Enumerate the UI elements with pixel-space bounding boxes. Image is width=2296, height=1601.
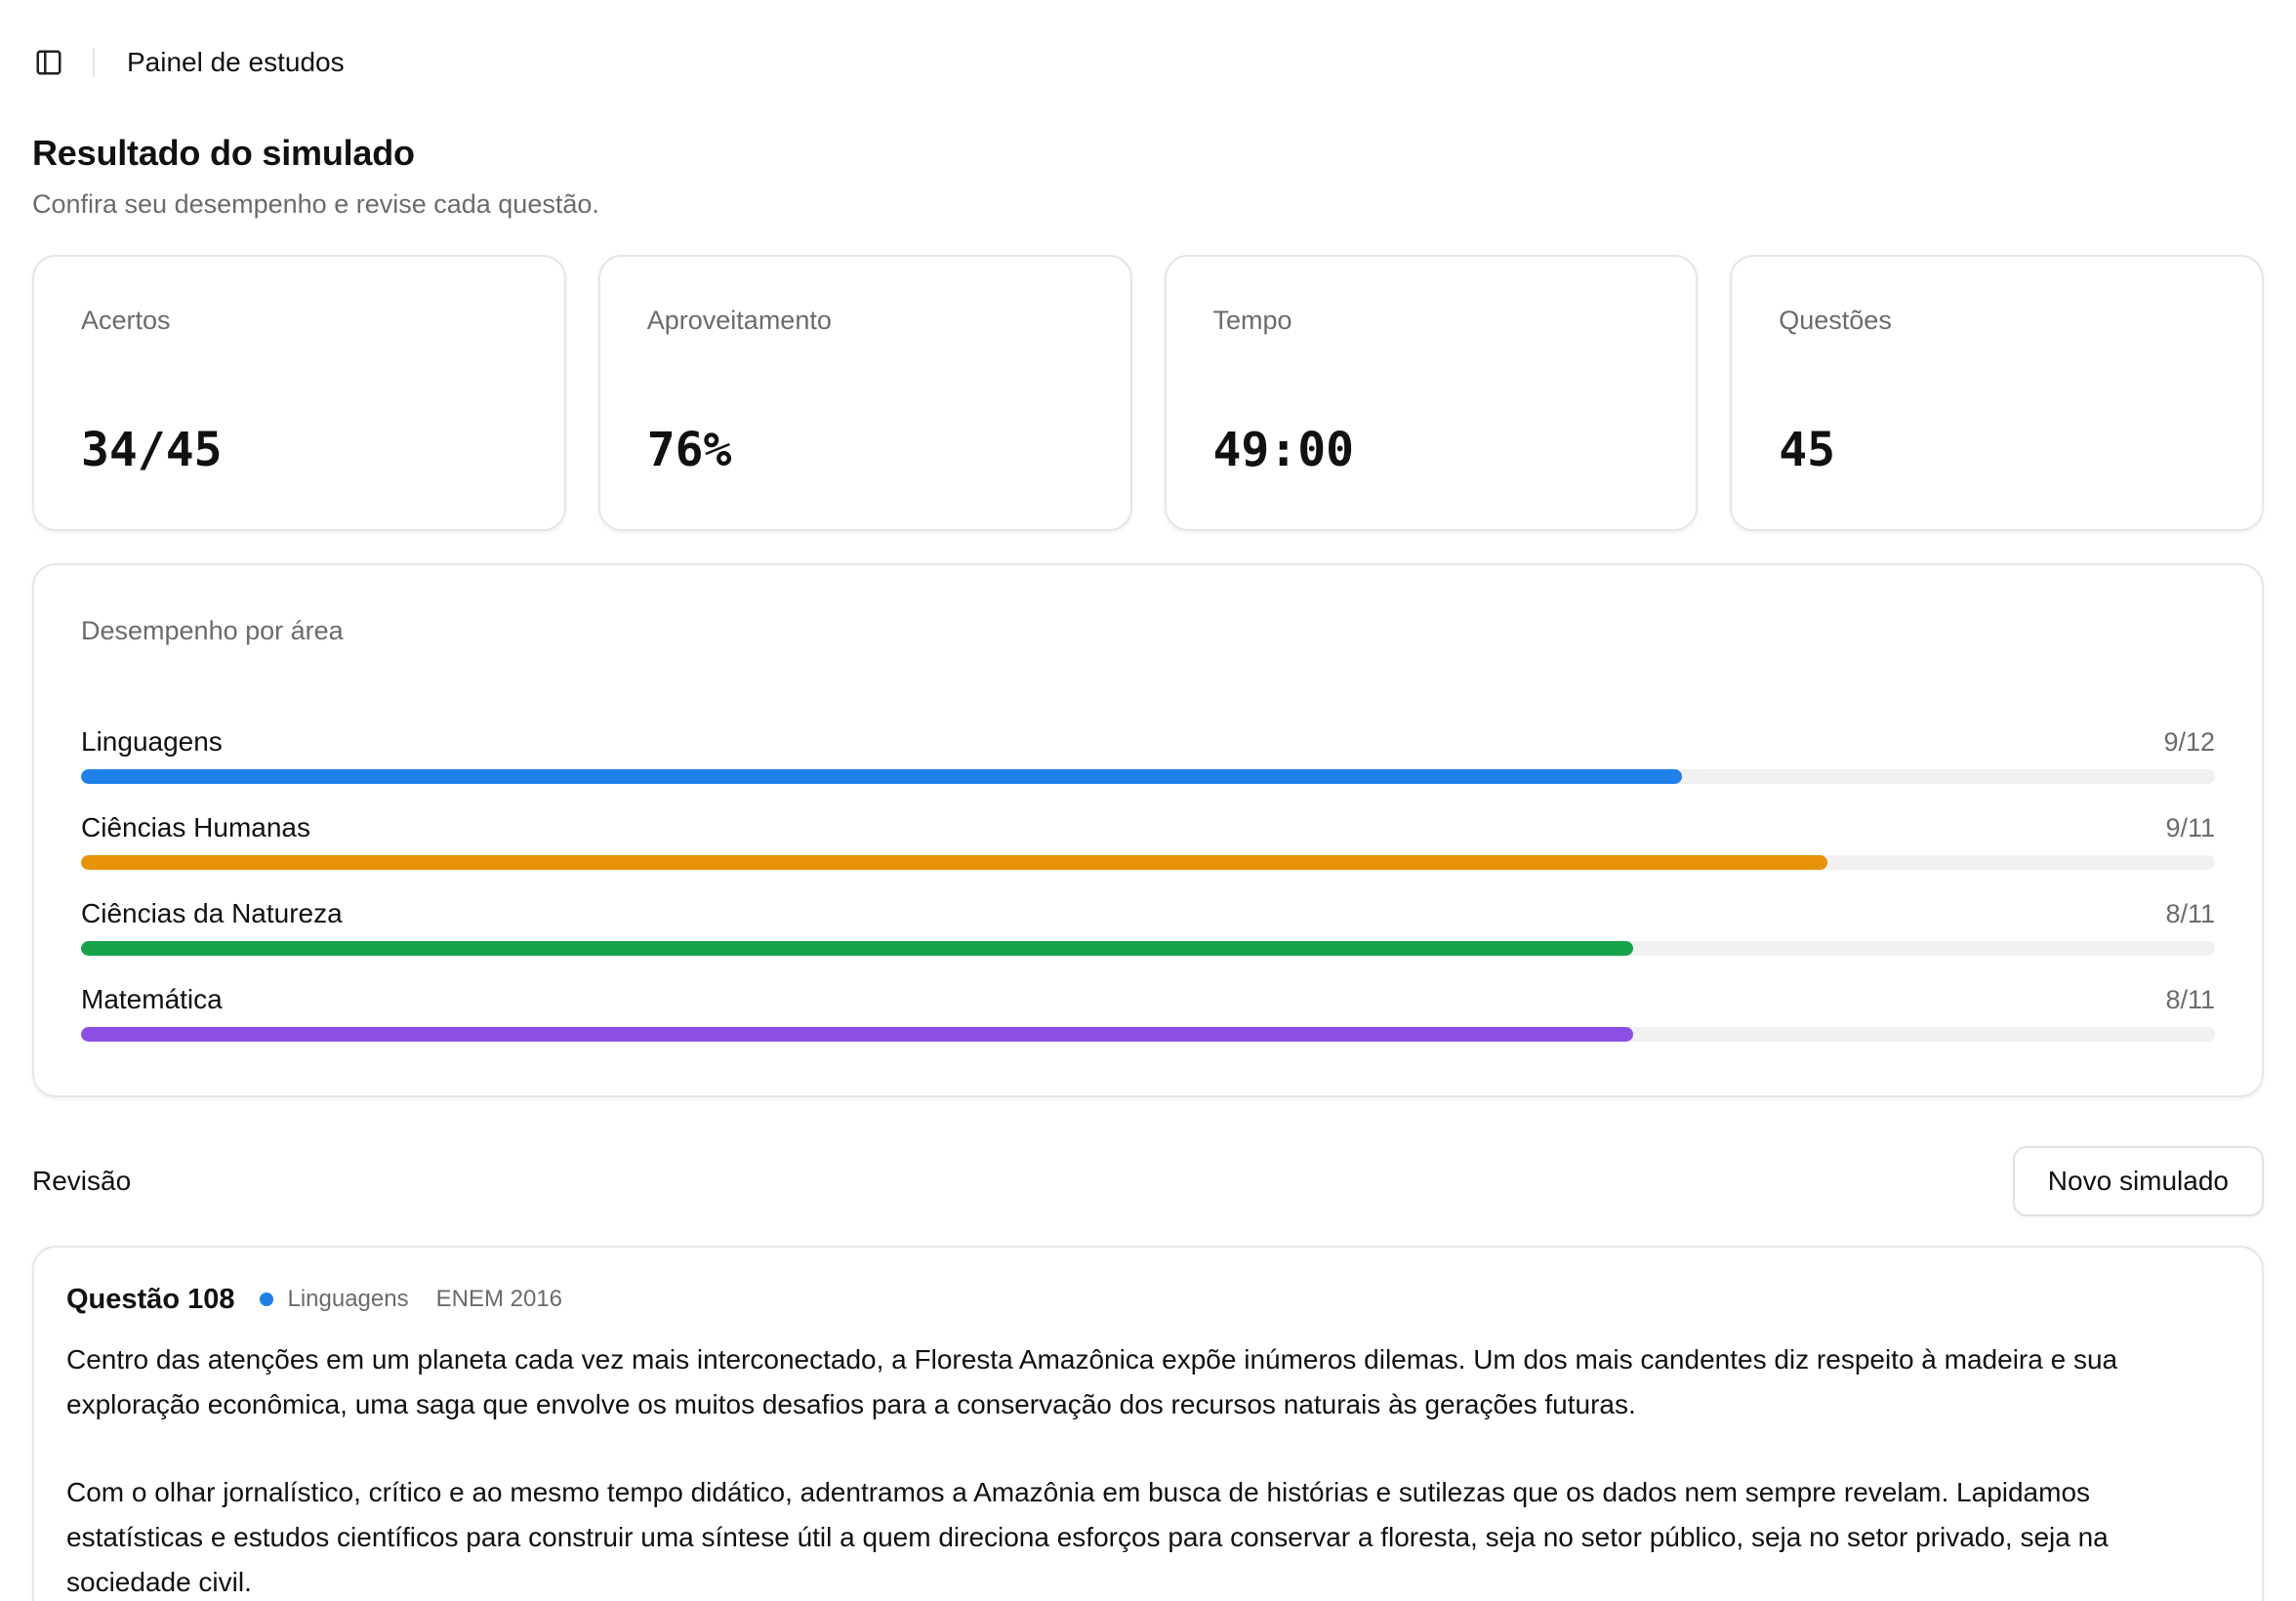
- topbar: Painel de estudos: [32, 0, 2264, 125]
- stat-value: 49:00: [1212, 423, 1355, 477]
- area-row-ciencias-natureza: Ciências da Natureza 8/11: [81, 898, 2215, 986]
- area-score: 9/12: [2163, 727, 2215, 757]
- header-divider: [93, 48, 95, 77]
- new-simulation-button[interactable]: Novo simulado: [2012, 1146, 2264, 1216]
- question-exam: ENEM 2016: [435, 1286, 563, 1312]
- question-paragraph: Centro das atenções em um planeta cada v…: [66, 1344, 2118, 1419]
- area-list: Linguagens 9/12 Ciências Humanas 9/11 Ci…: [81, 726, 2215, 1072]
- stat-value: 34/45: [81, 423, 223, 477]
- stat-card-aproveitamento: Aproveitamento 76%: [597, 255, 1132, 531]
- progress-fill: [81, 941, 1633, 956]
- progress-track: [81, 1027, 2215, 1042]
- area-name: Matemática: [81, 984, 223, 1014]
- area-name: Ciências Humanas: [81, 812, 310, 842]
- stat-value: 76%: [646, 423, 732, 477]
- progress-track: [81, 855, 2215, 870]
- topbar-title: Painel de estudos: [127, 47, 345, 77]
- stat-label: Acertos: [81, 306, 171, 335]
- progress-track: [81, 769, 2215, 784]
- area-dot-icon: [260, 1293, 274, 1306]
- question-meta: Questão 108 Linguagens ENEM 2016: [66, 1283, 2230, 1316]
- stat-card-questoes: Questões 45: [1730, 255, 2264, 531]
- area-row-linguagens: Linguagens 9/12: [81, 726, 2215, 814]
- progress-fill: [81, 855, 1827, 870]
- question-text: Centro das atenções em um planeta cada v…: [66, 1337, 2230, 1601]
- area-score: 8/11: [2165, 985, 2215, 1014]
- progress-fill: [81, 1027, 1633, 1042]
- sidebar-toggle-icon: [36, 50, 62, 75]
- question-card: Questão 108 Linguagens ENEM 2016 Centro …: [32, 1246, 2264, 1601]
- question-paragraph: Com o olhar jornalístico, crítico e ao m…: [66, 1477, 2109, 1597]
- page: Painel de estudos Resultado do simulado …: [0, 0, 2296, 1601]
- stat-card-acertos: Acertos 34/45: [32, 255, 566, 531]
- page-subtitle: Confira seu desempenho e revise cada que…: [32, 189, 599, 219]
- review-header: Revisão Novo simulado: [32, 1146, 2264, 1216]
- area-performance-card: Desempenho por área Linguagens 9/12 Ciên…: [32, 563, 2264, 1097]
- question-area: Linguagens: [287, 1286, 409, 1312]
- area-name: Ciências da Natureza: [81, 898, 343, 928]
- area-name: Linguagens: [81, 726, 223, 757]
- progress-track: [81, 941, 2215, 956]
- area-performance-title: Desempenho por área: [81, 616, 344, 645]
- stat-label: Tempo: [1212, 306, 1292, 335]
- area-row-matematica: Matemática 8/11: [81, 984, 2215, 1072]
- stat-value: 45: [1779, 423, 1836, 477]
- stat-card-tempo: Tempo 49:00: [1164, 255, 1699, 531]
- question-number: Questão 108: [66, 1283, 235, 1315]
- area-score: 9/11: [2165, 813, 2215, 842]
- review-title: Revisão: [32, 1166, 132, 1196]
- progress-fill: [81, 769, 1682, 784]
- page-title: Resultado do simulado: [32, 133, 415, 173]
- stat-label: Aproveitamento: [646, 306, 832, 335]
- stats-row: Acertos 34/45 Aproveitamento 76% Tempo 4…: [32, 255, 2264, 531]
- stat-label: Questões: [1779, 306, 1892, 335]
- area-row-ciencias-humanas: Ciências Humanas 9/11: [81, 812, 2215, 900]
- sidebar-toggle-button[interactable]: [32, 46, 65, 79]
- area-score: 8/11: [2165, 899, 2215, 928]
